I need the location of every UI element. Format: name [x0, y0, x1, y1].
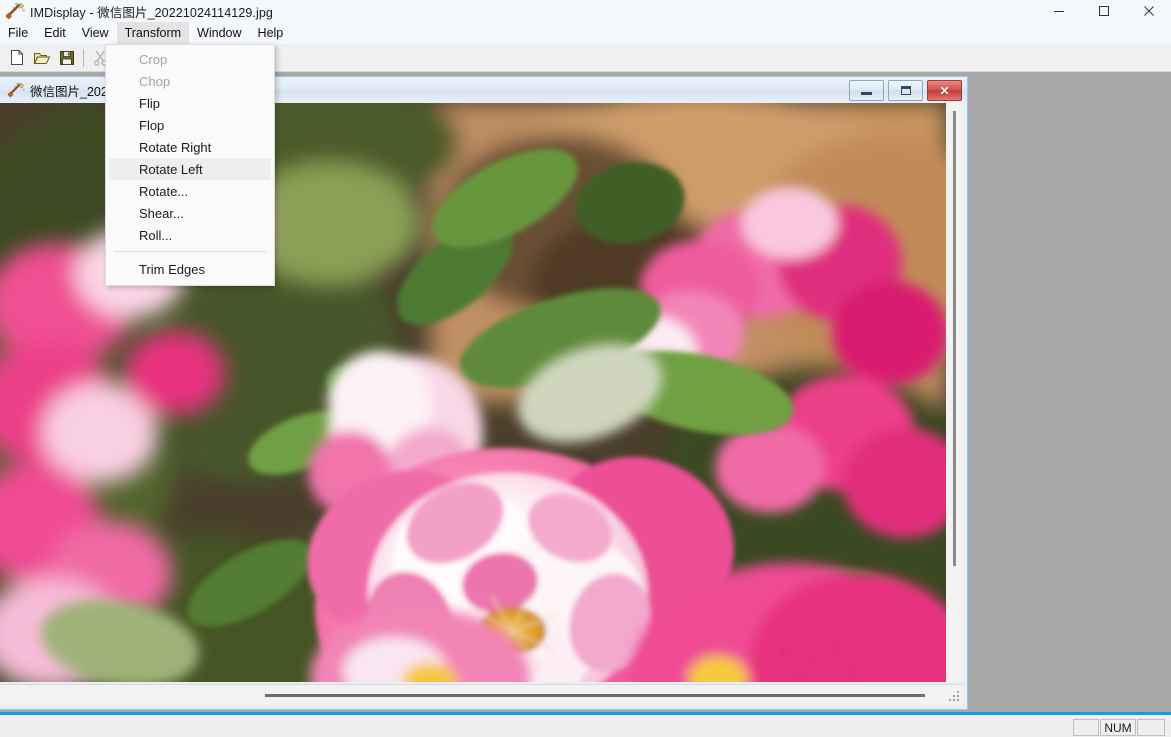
minimize-icon[interactable] [849, 80, 884, 101]
menu-edit[interactable]: Edit [36, 22, 74, 44]
main-titlebar: IMDisplay - 微信图片_20221024114129.jpg [0, 0, 1171, 22]
imagemagick-wand-icon [6, 82, 26, 98]
menu-item-rotate[interactable]: Rotate... [106, 180, 274, 202]
window-title: IMDisplay - 微信图片_20221024114129.jpg [30, 5, 273, 20]
menu-view[interactable]: View [74, 22, 117, 44]
status-pane-num: NUM [1100, 719, 1136, 736]
menu-transform[interactable]: Transform [116, 22, 190, 44]
resize-grip-icon[interactable] [949, 691, 961, 703]
menu-item-flip[interactable]: Flip [106, 92, 274, 114]
menubar: File Edit View Transform Window Help [0, 22, 1171, 44]
menu-item-shear[interactable]: Shear... [106, 202, 274, 224]
image-vertical-scrollbar[interactable] [946, 103, 963, 682]
restore-icon[interactable] [888, 80, 923, 101]
statusbar: NUM [0, 718, 1171, 737]
menu-separator [114, 251, 266, 252]
imdisplay-app-window: IMDisplay - 微信图片_20221024114129.jpg File… [0, 0, 1171, 737]
image-horizontal-scrollbar[interactable] [0, 684, 963, 705]
transform-dropdown-menu: Crop Chop Flip Flop Rotate Right Rotate … [105, 44, 275, 286]
status-pane-3 [1137, 719, 1165, 736]
window-controls [1036, 0, 1171, 22]
menu-item-roll[interactable]: Roll... [106, 224, 274, 246]
menu-file[interactable]: File [0, 22, 36, 44]
menu-help[interactable]: Help [250, 22, 292, 44]
menu-item-rotate-left[interactable]: Rotate Left [109, 158, 271, 180]
menu-item-rotate-right[interactable]: Rotate Right [106, 136, 274, 158]
menu-window[interactable]: Window [189, 22, 249, 44]
maximize-icon[interactable] [1081, 0, 1126, 22]
save-disk-icon[interactable] [54, 46, 79, 70]
minimize-icon[interactable] [1036, 0, 1081, 22]
menu-item-crop: Crop [139, 51, 168, 67]
horizontal-scroll-thumb[interactable] [265, 694, 925, 697]
new-file-icon[interactable] [4, 46, 29, 70]
close-icon[interactable]: ✕ [927, 80, 962, 101]
vertical-scroll-thumb[interactable] [953, 111, 956, 566]
menu-item-flop[interactable]: Flop [106, 114, 274, 136]
imagemagick-wand-icon [4, 2, 26, 20]
menu-item-trim-edges[interactable]: Trim Edges [106, 258, 274, 280]
toolbar-separator [83, 48, 84, 67]
child-window-controls: ✕ [849, 80, 962, 101]
close-icon[interactable] [1126, 0, 1171, 22]
menu-item-chop: Chop [139, 73, 171, 89]
status-pane-1 [1073, 719, 1099, 736]
open-folder-icon[interactable] [29, 46, 54, 70]
